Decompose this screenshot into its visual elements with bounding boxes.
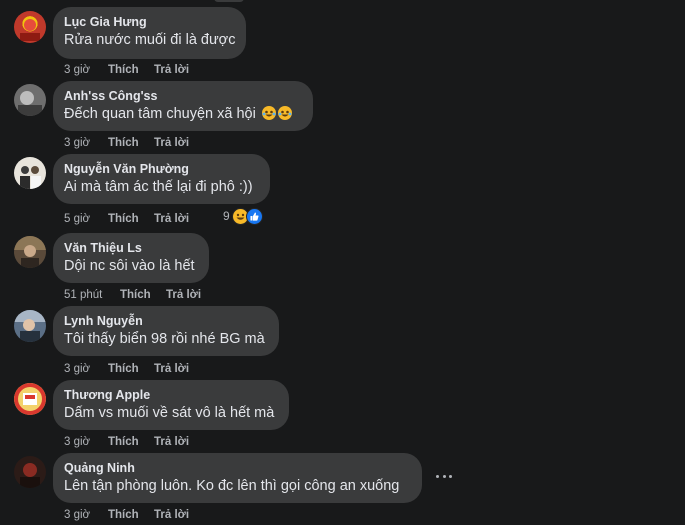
like-button[interactable]: Thích xyxy=(108,136,139,150)
avatar[interactable] xyxy=(14,11,46,43)
avatar-image xyxy=(20,166,41,189)
reply-button[interactable]: Trả lời xyxy=(154,63,189,77)
comment-text: Dội nc sôi vào là hết xyxy=(64,258,195,274)
comment-author[interactable]: Nguyễn Văn Phường xyxy=(64,162,259,177)
reply-button[interactable]: Trả lời xyxy=(154,136,189,150)
reply-button[interactable]: Trả lời xyxy=(154,212,189,226)
reaction-count: 9 xyxy=(223,209,230,223)
comment-text: Rửa nước muối đi là được xyxy=(64,32,236,48)
comments-panel: Lục Gia Hưng Rửa nước muối đi là được 3 … xyxy=(0,0,685,525)
comment-time[interactable]: 3 giờ xyxy=(64,508,90,522)
comment-bubble: Lynh Nguyễn Tôi thấy biển 98 rồi nhé BG … xyxy=(53,306,279,356)
avatar[interactable] xyxy=(14,310,46,342)
more-options-icon[interactable] xyxy=(436,472,452,480)
avatar[interactable] xyxy=(14,236,46,268)
like-button[interactable]: Thích xyxy=(108,212,139,226)
comment-text: Tôi thấy biển 98 rồi nhé BG mà xyxy=(64,331,265,347)
comment-author[interactable]: Lynh Nguyễn xyxy=(64,314,268,329)
like-button[interactable]: Thích xyxy=(120,288,151,302)
like-button[interactable]: Thích xyxy=(108,63,139,77)
avatar[interactable] xyxy=(14,383,46,415)
comment-bubble: Văn Thiệu Ls Dội nc sôi vào là hết xyxy=(53,233,209,283)
comment-text: Lên tận phòng luôn. Ko đc lên thì gọi cô… xyxy=(64,478,400,494)
avatar[interactable] xyxy=(14,157,46,189)
like-button[interactable]: Thích xyxy=(108,435,139,449)
reaction-summary[interactable]: 9 xyxy=(223,207,263,225)
avatar-image xyxy=(14,383,46,415)
reply-button[interactable]: Trả lời xyxy=(154,435,189,449)
like-reaction-icon xyxy=(245,207,263,225)
like-button[interactable]: Thích xyxy=(108,362,139,376)
avatar-image xyxy=(18,91,42,116)
avatar[interactable] xyxy=(14,456,46,488)
comment-author[interactable]: Anh'ss Công'ss xyxy=(64,89,302,104)
comment-time[interactable]: 3 giờ xyxy=(64,63,90,77)
tears-of-joy-icon xyxy=(277,106,292,120)
like-button[interactable]: Thích xyxy=(108,508,139,522)
comment-author[interactable]: Văn Thiệu Ls xyxy=(64,241,198,256)
comment-text: Dấm vs muối về sát vô là hết mà xyxy=(64,405,275,421)
comment-author[interactable]: Thương Apple xyxy=(64,388,278,403)
comment-bubble: Thương Apple Dấm vs muối về sát vô là hế… xyxy=(53,380,289,430)
comment-author[interactable]: Quảng Ninh xyxy=(64,461,411,476)
comment-author[interactable]: Lục Gia Hưng xyxy=(64,15,235,30)
comment-text: Ai mà tâm ác thế lại đi phô :)) xyxy=(64,179,253,195)
previous-reaction-fragment xyxy=(214,0,244,2)
reply-button[interactable]: Trả lời xyxy=(154,362,189,376)
reply-button[interactable]: Trả lời xyxy=(166,288,201,302)
avatar-image xyxy=(20,19,40,41)
comment-time[interactable]: 5 giờ xyxy=(64,212,90,226)
comment-bubble: Anh'ss Công'ss Đếch quan tâm chuyện xã h… xyxy=(53,81,313,131)
comment-bubble: Quảng Ninh Lên tận phòng luôn. Ko đc lên… xyxy=(53,453,422,503)
reply-button[interactable]: Trả lời xyxy=(154,508,189,522)
comment-bubble: Nguyễn Văn Phường Ai mà tâm ác thế lại đ… xyxy=(53,154,270,204)
avatar[interactable] xyxy=(14,84,46,116)
avatar-image xyxy=(14,236,46,268)
avatar-image xyxy=(20,463,40,488)
avatar-image xyxy=(14,310,46,342)
comment-bubble: Lục Gia Hưng Rửa nước muối đi là được xyxy=(53,7,246,59)
comment-time[interactable]: 51 phút xyxy=(64,288,102,302)
comment-text: Đếch quan tâm chuyện xã hội xyxy=(64,105,302,124)
comment-time[interactable]: 3 giờ xyxy=(64,136,90,150)
comment-time[interactable]: 3 giờ xyxy=(64,435,90,449)
comment-text-content: Đếch quan tâm chuyện xã hội xyxy=(64,106,256,122)
tears-of-joy-icon xyxy=(261,106,276,120)
comment-time[interactable]: 3 giờ xyxy=(64,362,90,376)
